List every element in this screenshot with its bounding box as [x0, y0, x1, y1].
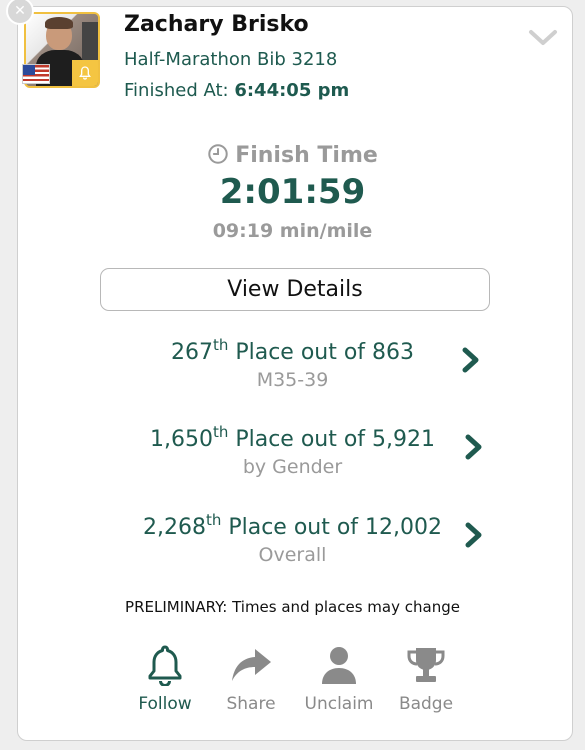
- place-text: Place out of 863: [228, 340, 415, 365]
- place-line: 2,268th Place out of 12,002: [0, 513, 585, 541]
- place-suffix: th: [212, 423, 229, 441]
- share-button[interactable]: Share: [211, 644, 291, 714]
- bib-number: Half-Marathon Bib 3218: [124, 49, 338, 70]
- us-flag-icon: [22, 64, 50, 84]
- place-text: Place out of 12,002: [221, 515, 443, 540]
- runner-name: Zachary Brisko: [124, 12, 309, 37]
- chevron-right-icon[interactable]: [463, 521, 485, 553]
- bell-icon: [125, 644, 205, 686]
- badge-label: Badge: [398, 694, 454, 714]
- follow-button[interactable]: Follow: [125, 644, 205, 714]
- finish-time-value: 2:01:59: [219, 172, 366, 212]
- place-sub: Overall: [258, 544, 327, 566]
- place-suffix: th: [205, 511, 222, 529]
- place-row-overall[interactable]: 2,268th Place out of 12,002 Overall: [0, 513, 585, 566]
- place-text: Place out of 5,921: [228, 427, 436, 452]
- unclaim-button[interactable]: Unclaim: [299, 644, 379, 714]
- chevron-down-icon[interactable]: [528, 28, 558, 52]
- bell-badge-icon: [72, 60, 98, 86]
- finished-at-label: Finished At:: [124, 80, 229, 101]
- preliminary-note: PRELIMINARY: Times and places may change: [125, 598, 460, 616]
- unclaim-label: Unclaim: [304, 694, 374, 714]
- follow-label: Follow: [138, 694, 192, 714]
- clock-icon: [207, 143, 235, 168]
- avatar-photo-hair: [45, 17, 73, 29]
- person-icon: [299, 644, 379, 686]
- badge-button[interactable]: Badge: [386, 644, 466, 714]
- share-arrow-icon: [211, 644, 291, 686]
- place-line: 1,650th Place out of 5,921: [0, 425, 585, 453]
- finished-at-time: 6:44:05 pm: [234, 80, 350, 101]
- finished-at: Finished At: 6:44:05 pm: [124, 80, 349, 101]
- place-line: 267th Place out of 863: [0, 338, 585, 366]
- trophy-icon: [386, 644, 466, 686]
- finish-time-label-text: Finish Time: [235, 143, 378, 168]
- view-details-button[interactable]: View Details: [100, 268, 490, 311]
- chevron-right-icon[interactable]: [463, 433, 485, 465]
- share-label: Share: [226, 694, 276, 714]
- pace-value: 09:19 min/mile: [212, 220, 373, 242]
- place-rank: 267: [170, 340, 213, 365]
- place-rank: 1,650: [149, 427, 213, 452]
- chevron-right-icon[interactable]: [460, 346, 482, 378]
- place-rank: 2,268: [142, 515, 206, 540]
- place-row-division[interactable]: 267th Place out of 863 M35-39: [0, 338, 585, 391]
- place-row-gender[interactable]: 1,650th Place out of 5,921 by Gender: [0, 425, 585, 478]
- place-suffix: th: [212, 336, 229, 354]
- place-sub: M35-39: [256, 369, 329, 391]
- place-sub: by Gender: [242, 456, 343, 478]
- finish-time-label: Finish Time: [0, 143, 585, 168]
